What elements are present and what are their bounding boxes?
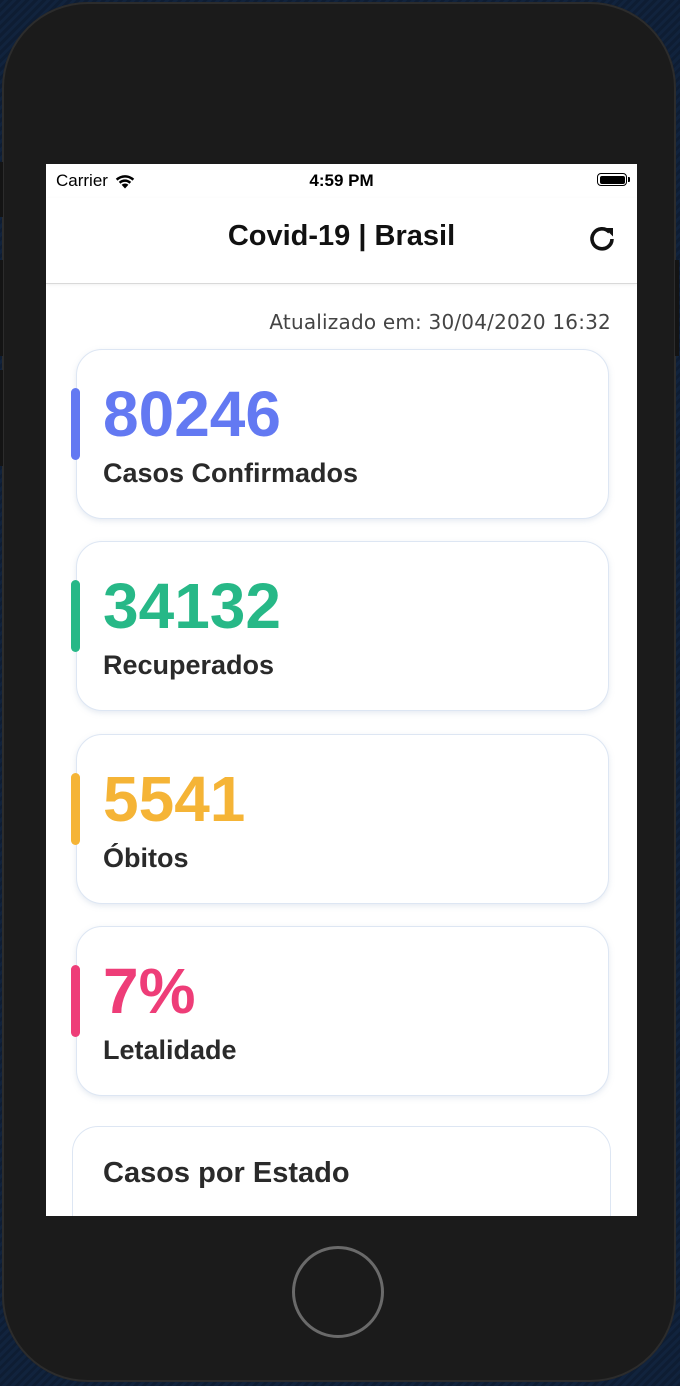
card-label: Óbitos <box>103 843 189 873</box>
card-value: 5541 <box>103 763 246 835</box>
nav-bar: Covid-19 | Brasil <box>46 198 637 284</box>
last-updated-text: Atualizado em: 30/04/2020 16:32 <box>269 310 611 334</box>
confirmed-cases-card: 80246 Casos Confirmados <box>71 349 609 519</box>
status-bar: Carrier 4:59 PM <box>46 164 637 198</box>
status-time: 4:59 PM <box>309 171 374 190</box>
section-title: Casos por Estado <box>103 1157 350 1189</box>
card-label: Letalidade <box>103 1035 237 1065</box>
card-label: Recuperados <box>103 650 275 680</box>
card-accent-bar <box>71 965 80 1037</box>
phone-frame: Carrier 4:59 PM Covid-19 | Brasil Atuali… <box>0 2 679 1382</box>
battery-icon <box>597 173 630 186</box>
card-accent-bar <box>71 773 80 845</box>
card-value: 80246 <box>103 378 281 450</box>
volume-up-button <box>0 260 3 356</box>
mute-switch <box>0 162 3 217</box>
card-value: 34132 <box>103 570 281 642</box>
deaths-card: 5541 Óbitos <box>71 734 609 904</box>
power-button <box>675 260 679 356</box>
refresh-icon[interactable] <box>587 224 617 254</box>
recovered-card: 34132 Recuperados <box>71 541 609 711</box>
card-accent-bar <box>71 388 80 460</box>
card-accent-bar <box>71 580 80 652</box>
lethality-card: 7% Letalidade <box>71 926 609 1096</box>
card-label: Casos Confirmados <box>103 458 359 488</box>
card-value: 7% <box>103 955 196 1027</box>
home-button[interactable] <box>292 1246 384 1338</box>
volume-down-button <box>0 370 3 466</box>
page-title: Covid-19 | Brasil <box>227 220 456 252</box>
app-screen: Carrier 4:59 PM Covid-19 | Brasil Atuali… <box>46 164 637 1216</box>
cases-by-state-card[interactable]: Casos por Estado <box>72 1126 611 1216</box>
